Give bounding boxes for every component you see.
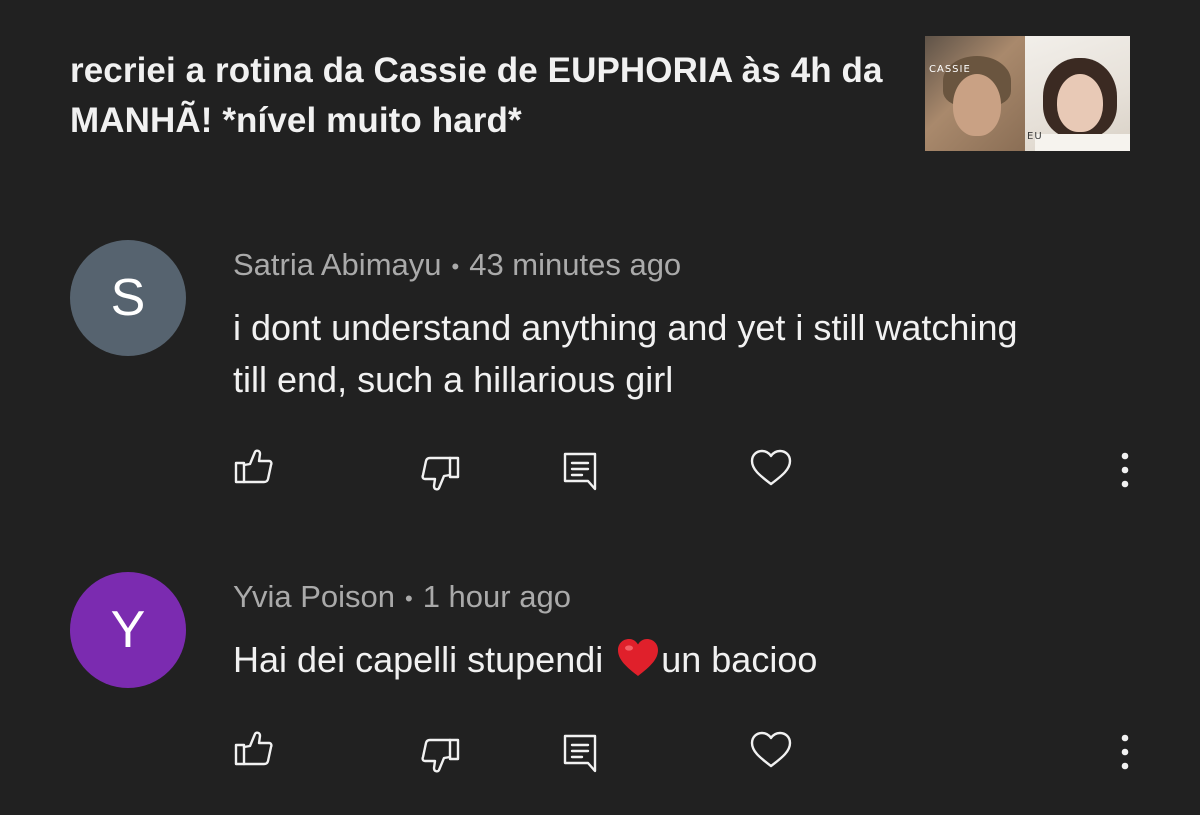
avatar[interactable]: S (70, 240, 186, 356)
video-thumbnail[interactable]: CASSIE EU (925, 36, 1130, 151)
heart-outline-icon[interactable] (750, 731, 792, 769)
comment-text: i dont understand anything and yet i sti… (233, 307, 1018, 400)
avatar[interactable]: Y (70, 572, 186, 688)
comment-meta: Satria Abimayu • 43 minutes ago (233, 247, 681, 283)
red-heart-emoji-icon (618, 639, 659, 676)
thumbs-down-icon[interactable] (420, 738, 460, 774)
video-header: recriei a rotina da Cassie de EUPHORIA à… (0, 0, 1200, 180)
reply-comment-icon[interactable] (562, 733, 598, 773)
comment-time: 1 hour ago (422, 579, 571, 614)
more-vertical-icon[interactable] (1115, 450, 1135, 490)
meta-separator: • (405, 585, 413, 611)
comment-meta: Yvia Poison • 1 hour ago (233, 579, 571, 615)
comment-author[interactable]: Yvia Poison (233, 579, 395, 614)
thumbs-up-icon[interactable] (234, 730, 274, 766)
more-vertical-icon[interactable] (1115, 732, 1135, 772)
comment-item: Y Yvia Poison • 1 hour ago Hai dei capelli… (0, 570, 1200, 800)
thumbnail-label-cassie: CASSIE (929, 64, 971, 75)
meta-separator: • (451, 253, 460, 279)
comment-time: 43 minutes ago (469, 247, 682, 282)
video-title[interactable]: recriei a rotina da Cassie de EUPHORIA à… (70, 46, 900, 146)
thumbs-up-icon[interactable] (234, 448, 274, 484)
comment-author[interactable]: Satria Abimayu (233, 247, 442, 282)
thumbnail-label-eu: EU (1027, 131, 1043, 142)
comment-actions (0, 730, 1200, 780)
comment-item: S Satria Abimayu • 43 minutes ago i dont u… (0, 238, 1200, 498)
thumbs-down-icon[interactable] (420, 456, 460, 492)
heart-outline-icon[interactable] (750, 449, 792, 487)
reply-comment-icon[interactable] (562, 451, 598, 491)
comment-text: Hai dei capelli stupendi un bacioo (233, 639, 818, 680)
comment-actions (0, 448, 1200, 498)
